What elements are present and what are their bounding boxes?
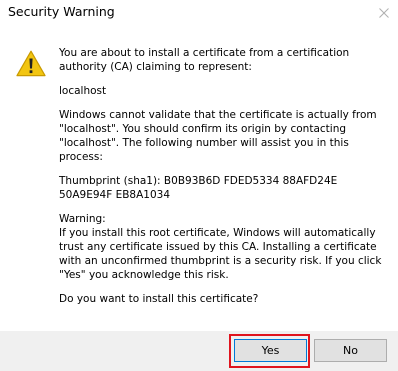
yes-button[interactable]: Yes (234, 339, 307, 362)
thumbprint-text: Thumbprint (sha1): B0B93B6D FDED5334 88A… (59, 175, 338, 201)
close-button[interactable] (370, 0, 398, 26)
validation-text: Windows cannot validate that the certifi… (59, 109, 377, 163)
host-name: localhost (59, 85, 107, 97)
question-text: Do you want to install this certificate? (59, 293, 259, 305)
warning-body: If you install this root certificate, Wi… (59, 227, 382, 281)
warning-heading: Warning: (59, 213, 106, 225)
message-content: You are about to install a certificate f… (59, 46, 384, 316)
close-icon (379, 8, 389, 18)
warning-icon (16, 50, 46, 77)
intro-text: You are about to install a certificate f… (59, 47, 350, 73)
button-bar: Yes No (0, 331, 398, 371)
title-bar[interactable]: Security Warning (0, 0, 398, 30)
security-warning-dialog: Security Warning You are about to instal… (0, 0, 398, 371)
window-title: Security Warning (8, 4, 115, 19)
no-button[interactable]: No (314, 339, 387, 362)
